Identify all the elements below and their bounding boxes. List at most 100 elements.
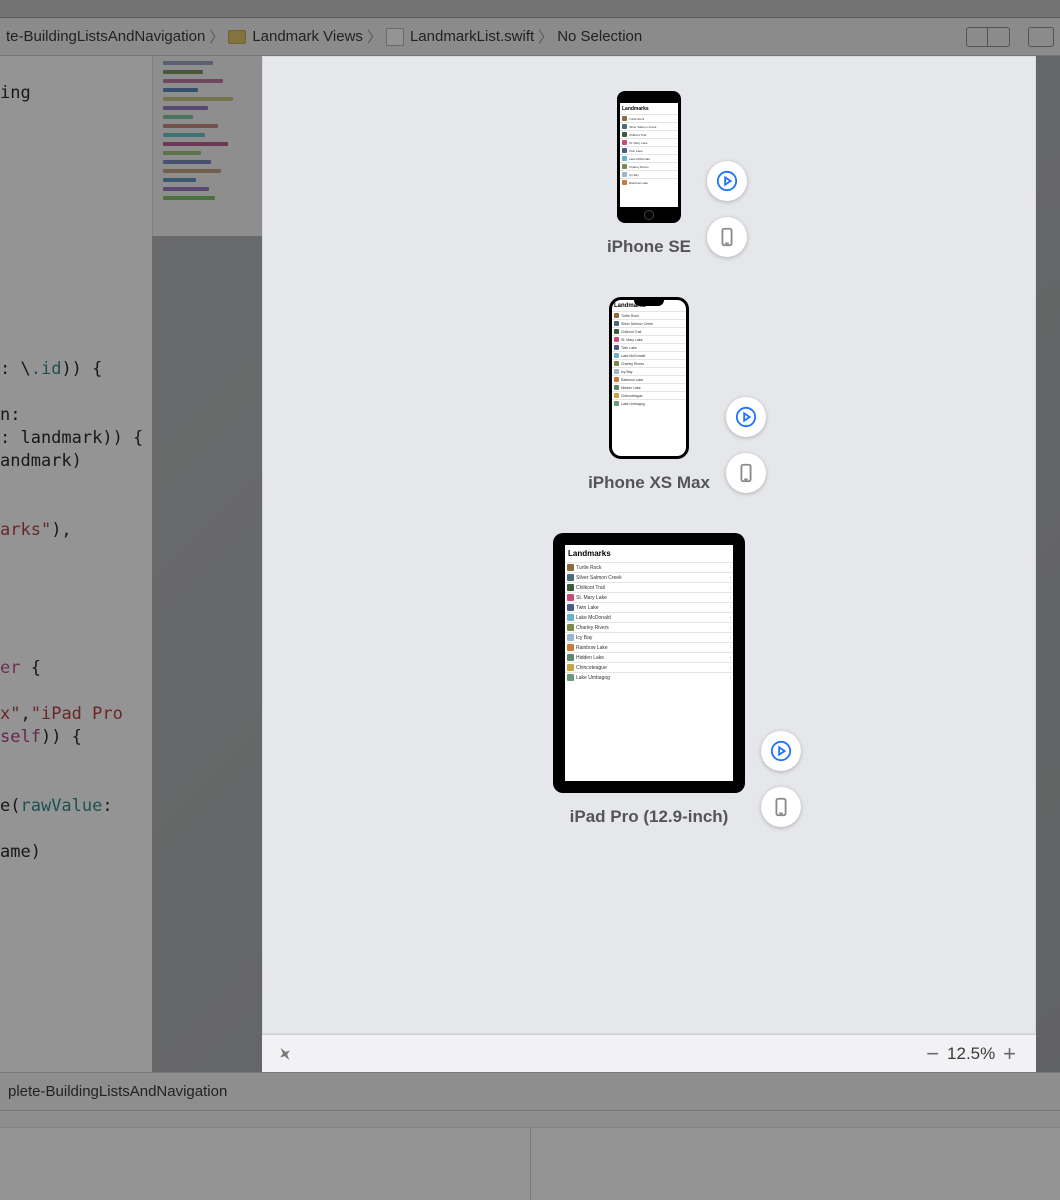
- breadcrumb-group[interactable]: Landmark Views: [228, 28, 363, 45]
- list-item[interactable]: Rainbow Lake›: [565, 642, 733, 652]
- preview-device-button[interactable]: [761, 787, 801, 827]
- zoom-out-button[interactable]: −: [920, 1041, 945, 1067]
- list-item[interactable]: Rainbow Lake›: [620, 178, 678, 186]
- device-frame-iphone-se: LandmarksTurtle Rock›Silver Salmon Creek…: [617, 91, 681, 223]
- list-item[interactable]: Chincoteague›: [612, 391, 686, 399]
- variables-pane[interactable]: [0, 1111, 531, 1200]
- preview-device-button[interactable]: [726, 453, 766, 493]
- breadcrumb-file[interactable]: LandmarkList.swift: [386, 28, 534, 46]
- zoom-level[interactable]: 12.5%: [945, 1044, 997, 1064]
- list-item[interactable]: Turtle Rock›: [612, 311, 686, 319]
- list-item-label: Chincoteague: [621, 394, 681, 398]
- device-frame-iphone-xs-max: LandmarksTurtle Rock›Silver Salmon Creek…: [609, 297, 689, 459]
- list-item[interactable]: Lake McDonald›: [612, 351, 686, 359]
- breadcrumb-selection[interactable]: No Selection: [557, 28, 642, 45]
- swift-file-icon: [386, 28, 404, 46]
- list-item[interactable]: Twin Lake›: [565, 602, 733, 612]
- list-item[interactable]: Twin Lake›: [612, 343, 686, 351]
- chevron-right-icon: ›: [683, 330, 684, 334]
- device-preview: LandmarksTurtle Rock›Silver Salmon Creek…: [553, 533, 745, 827]
- debug-area[interactable]: [0, 1110, 1060, 1200]
- list-item-label: Chilkoot Trail: [621, 330, 681, 334]
- list-item[interactable]: Charley Rivers›: [565, 622, 733, 632]
- device-screen[interactable]: LandmarksTurtle Rock›Silver Salmon Creek…: [620, 103, 678, 207]
- live-preview-button[interactable]: [726, 397, 766, 437]
- device-label: iPhone SE: [607, 237, 691, 257]
- thumbnail: [614, 385, 619, 390]
- list-item[interactable]: Icy Bay›: [620, 170, 678, 178]
- list-item[interactable]: Silver Salmon Creek›: [612, 319, 686, 327]
- thumbnail: [622, 156, 627, 161]
- list-item[interactable]: Hidden Lake›: [612, 383, 686, 391]
- thumbnail: [622, 148, 627, 153]
- device-preview: LandmarksTurtle Rock›Silver Salmon Creek…: [588, 297, 710, 493]
- list-item[interactable]: Charley Rivers›: [612, 359, 686, 367]
- thumbnail: [614, 377, 619, 382]
- chevron-right-icon: ›: [683, 354, 684, 358]
- list-item[interactable]: St. Mary Lake›: [620, 138, 678, 146]
- list-item[interactable]: Turtle Rock›: [620, 114, 678, 122]
- pin-icon[interactable]: [272, 1041, 297, 1066]
- chevron-right-icon: ›: [729, 655, 731, 661]
- chevron-right-icon: ›: [729, 605, 731, 611]
- console-pane[interactable]: [531, 1111, 1060, 1200]
- list-item[interactable]: St. Mary Lake›: [565, 592, 733, 602]
- chevron-right-icon: ›: [683, 362, 684, 366]
- list-item[interactable]: Chilkoot Trail›: [612, 327, 686, 335]
- list-item[interactable]: Lake Umbagog›: [565, 672, 733, 682]
- list-item-label: Silver Salmon Creek: [621, 322, 681, 326]
- chevron-right-icon: 〉: [538, 26, 553, 47]
- chevron-right-icon: ›: [683, 314, 684, 318]
- list-item[interactable]: Icy Bay›: [565, 632, 733, 642]
- zoom-in-button[interactable]: +: [997, 1041, 1022, 1067]
- thumbnail: [622, 132, 627, 137]
- preview-device-button[interactable]: [707, 217, 747, 257]
- chevron-right-icon: 〉: [209, 26, 224, 47]
- list-item[interactable]: Charley Rivers›: [620, 162, 678, 170]
- code-editor[interactable]: ing : \.id)) { n: : landmark)) { andmark…: [0, 56, 152, 1084]
- chevron-right-icon: ›: [683, 402, 684, 406]
- list-item[interactable]: Lake McDonald›: [565, 612, 733, 622]
- list-item-label: Lake Umbagog: [621, 402, 681, 406]
- chevron-right-icon: ›: [729, 635, 731, 641]
- list-item-label: Rainbow Lake: [621, 378, 681, 382]
- editor-layout-toggle[interactable]: [966, 27, 1010, 47]
- list-item[interactable]: St. Mary Lake›: [612, 335, 686, 343]
- thumbnail: [614, 361, 619, 366]
- thumbnail: [614, 321, 619, 326]
- list-item[interactable]: Chilkoot Trail›: [565, 582, 733, 592]
- list-item-label: Icy Bay: [629, 173, 673, 177]
- list-item[interactable]: Lake McDonald›: [620, 154, 678, 162]
- chevron-right-icon: ›: [675, 125, 676, 129]
- list-item[interactable]: Hidden Lake›: [565, 652, 733, 662]
- status-bar: plete-BuildingListsAndNavigation: [0, 1072, 1060, 1110]
- list-item[interactable]: Icy Bay›: [612, 367, 686, 375]
- list-item[interactable]: Chilkoot Trail›: [620, 130, 678, 138]
- device-screen[interactable]: LandmarksTurtle Rock›Silver Salmon Creek…: [565, 545, 733, 781]
- list-item-label: Charley Rivers: [629, 165, 673, 169]
- list-icon[interactable]: [966, 27, 988, 47]
- list-item[interactable]: Silver Salmon Creek›: [565, 572, 733, 582]
- folder-icon: [228, 30, 246, 44]
- chevron-right-icon: ›: [675, 165, 676, 169]
- canvas-zoom-bar: − 12.5% +: [262, 1034, 1036, 1072]
- list-item[interactable]: Rainbow Lake›: [612, 375, 686, 383]
- list-item[interactable]: Chincoteague›: [565, 662, 733, 672]
- live-preview-button[interactable]: [761, 731, 801, 771]
- minimap[interactable]: [152, 56, 262, 236]
- thumbnail: [567, 654, 574, 661]
- list-item[interactable]: Turtle Rock›: [565, 562, 733, 572]
- adjust-editor-icon[interactable]: [1028, 27, 1054, 47]
- live-preview-button[interactable]: [707, 161, 747, 201]
- list-item[interactable]: Lake Umbagog›: [612, 399, 686, 407]
- list-item[interactable]: Twin Lake›: [620, 146, 678, 154]
- list-item-label: Rainbow Lake: [629, 181, 673, 185]
- breadcrumb-project[interactable]: te-BuildingListsAndNavigation: [6, 28, 205, 45]
- preview-canvas[interactable]: LandmarksTurtle Rock›Silver Salmon Creek…: [262, 56, 1036, 1034]
- list-item[interactable]: Silver Salmon Creek›: [620, 122, 678, 130]
- column-icon[interactable]: [988, 27, 1010, 47]
- thumbnail: [567, 604, 574, 611]
- device-screen[interactable]: LandmarksTurtle Rock›Silver Salmon Creek…: [612, 300, 686, 456]
- thumbnail: [622, 116, 627, 121]
- chevron-right-icon: ›: [675, 157, 676, 161]
